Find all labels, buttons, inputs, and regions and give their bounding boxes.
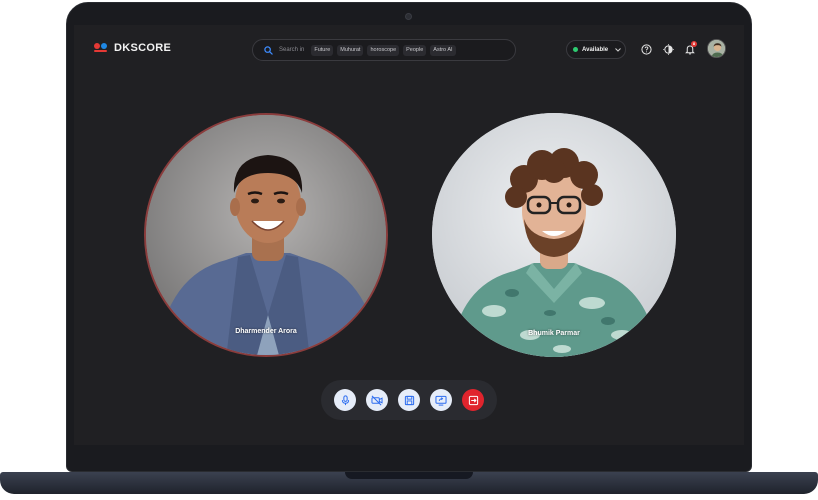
participant-name: Bhumik Parmar <box>528 330 580 337</box>
search-label: Search in <box>279 47 305 53</box>
brand-logo[interactable]: DKSCORE <box>94 42 171 54</box>
microphone-icon <box>341 394 349 405</box>
save-button[interactable] <box>398 389 420 411</box>
webcam <box>405 13 412 20</box>
help-icon[interactable] <box>640 43 652 55</box>
leave-call-icon <box>468 395 478 405</box>
participant-tile-1[interactable]: Dharmender Arora <box>144 113 388 357</box>
save-icon <box>404 395 414 405</box>
screen-share-button[interactable] <box>430 389 452 411</box>
search-chip-astro-ai[interactable]: Astro AI <box>430 44 456 56</box>
status-dot <box>573 47 578 52</box>
video-off-icon <box>371 395 383 405</box>
search-icon <box>263 45 273 55</box>
search-bar[interactable]: Search in Future Muhurat horoscope Peopl… <box>252 39 516 61</box>
call-controls <box>321 380 497 420</box>
microphone-button[interactable] <box>334 389 356 411</box>
status-label: Available <box>582 46 609 53</box>
theme-toggle-icon[interactable] <box>662 43 674 55</box>
user-avatar[interactable] <box>707 39 726 58</box>
participant-tile-2[interactable]: Bhumik Parmar <box>432 113 676 357</box>
camera-toggle-button[interactable] <box>366 389 388 411</box>
top-bar: DKSCORE Search in Future Muhurat horosco… <box>74 25 744 75</box>
participant-1-portrait <box>146 115 386 355</box>
chevron-down-icon <box>615 47 621 52</box>
participant-2-portrait <box>432 113 676 357</box>
availability-dropdown[interactable]: Available <box>566 40 626 59</box>
search-chip-future[interactable]: Future <box>311 44 334 56</box>
app-screen: DKSCORE Search in Future Muhurat horosco… <box>74 25 744 445</box>
notification-badge: 8 <box>691 41 697 47</box>
participant-name: Dharmender Arora <box>235 328 297 335</box>
search-chip-horoscope[interactable]: horoscope <box>367 44 400 56</box>
brand-name: DKSCORE <box>114 42 172 54</box>
leave-call-button[interactable] <box>462 389 484 411</box>
search-chip-people[interactable]: People <box>403 44 427 56</box>
laptop-notch <box>345 472 473 479</box>
logo-icon <box>94 43 108 53</box>
search-chip-muhurat[interactable]: Muhurat <box>337 44 364 56</box>
screen-share-icon <box>435 395 447 406</box>
